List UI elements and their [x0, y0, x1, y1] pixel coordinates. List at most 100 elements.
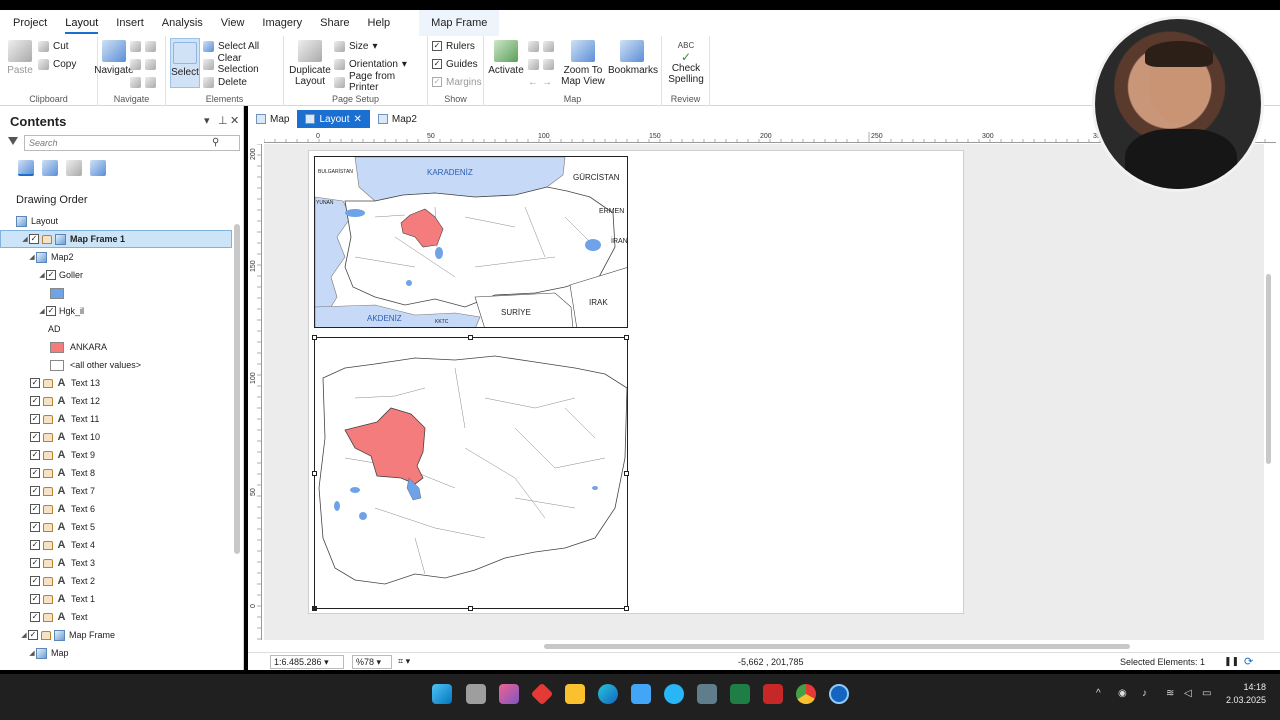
tree-item-text[interactable]: ✓ A Text 8 — [30, 464, 262, 482]
list-by-source-icon[interactable] — [42, 160, 58, 176]
visibility-checkbox[interactable]: ✓ — [30, 576, 40, 586]
collapse-arrow-icon[interactable]: ◢ — [38, 307, 46, 315]
selection-handle[interactable] — [624, 335, 629, 340]
microphone-icon[interactable]: ♪ — [1142, 688, 1147, 699]
tray-chevron-icon[interactable]: ^ — [1096, 688, 1101, 699]
guides-checkbox[interactable]: ✓ Guides — [432, 57, 478, 71]
tree-item-text[interactable]: ✓ A Text 2 — [30, 572, 262, 590]
collapse-arrow-icon[interactable]: ◢ — [20, 631, 28, 639]
lock-icon[interactable] — [43, 450, 53, 460]
visibility-checkbox[interactable]: ✓ — [30, 558, 40, 568]
excel-icon[interactable] — [730, 684, 750, 704]
visibility-checkbox[interactable]: ✓ — [30, 468, 40, 478]
arcgis-pro-icon[interactable] — [829, 684, 849, 704]
clear-selection-button[interactable]: Clear Selection — [203, 53, 283, 75]
snapping-icon[interactable]: ⌗ ▾ — [398, 656, 410, 667]
visibility-checkbox[interactable]: ✓ — [29, 234, 39, 244]
visibility-checkbox[interactable]: ✓ — [30, 612, 40, 622]
previous-extent-button[interactable] — [130, 75, 156, 89]
tree-item-text[interactable]: ✓ A Text 7 — [30, 482, 262, 500]
tree-item-text[interactable]: ✓ A Text — [30, 608, 262, 626]
lock-icon[interactable] — [43, 558, 53, 568]
network-icon[interactable]: ◉ — [1118, 688, 1127, 699]
copy-button[interactable]: Copy — [38, 57, 76, 71]
visibility-checkbox[interactable]: ✓ — [46, 270, 56, 280]
tab-map-frame[interactable]: Map Frame — [419, 10, 500, 36]
visibility-checkbox[interactable]: ✓ — [30, 432, 40, 442]
lock-icon[interactable] — [42, 234, 52, 244]
collapse-arrow-icon[interactable]: ◢ — [21, 235, 29, 243]
rulers-checkbox[interactable]: ✓ Rulers — [432, 39, 475, 53]
visibility-checkbox[interactable]: ✓ — [30, 378, 40, 388]
scale-selector[interactable]: 1:6.485.286 ▾ — [270, 655, 344, 669]
search-app-icon[interactable] — [697, 684, 717, 704]
selection-handle[interactable] — [312, 335, 317, 340]
zoom-in-button[interactable] — [130, 39, 156, 53]
list-by-selection-icon[interactable] — [66, 160, 82, 176]
margins-checkbox[interactable]: ✓ Margins — [432, 75, 482, 89]
scroll-thumb[interactable] — [544, 644, 1130, 649]
tree-item-text[interactable]: ✓ A Text 10 — [30, 428, 262, 446]
delete-button[interactable]: Delete — [203, 75, 247, 89]
pause-icon[interactable]: ❚❚ — [1224, 656, 1239, 667]
store-icon[interactable] — [631, 684, 651, 704]
mcafee-icon[interactable] — [763, 684, 783, 704]
collapse-arrow-icon[interactable]: ◢ — [28, 253, 36, 261]
select-all-button[interactable]: Select All — [203, 39, 259, 53]
selection-handle[interactable] — [468, 606, 473, 611]
selection-handle[interactable] — [468, 335, 473, 340]
lock-icon[interactable] — [43, 540, 53, 550]
selection-handle[interactable] — [624, 471, 629, 476]
battery-icon[interactable]: ▭ — [1202, 688, 1211, 699]
collapse-arrow-icon[interactable]: ◢ — [28, 649, 36, 657]
visibility-checkbox[interactable]: ✓ — [30, 594, 40, 604]
activate-button[interactable]: Activate — [488, 40, 524, 76]
list-by-snapping-icon[interactable] — [90, 160, 106, 176]
paste-button[interactable]: Paste — [6, 40, 34, 76]
tree-item-text[interactable]: ✓ A Text 11 — [30, 410, 262, 428]
zoom-selector[interactable]: %78 ▾ — [352, 655, 392, 669]
lock-icon[interactable] — [43, 504, 53, 514]
edge-icon[interactable] — [598, 684, 618, 704]
tab-help[interactable]: Help — [359, 10, 400, 36]
tree-item-map2[interactable]: ◢ Map2 — [28, 248, 260, 266]
anydesk-icon[interactable] — [530, 682, 554, 706]
refresh-icon[interactable]: ⟳ — [1244, 655, 1253, 668]
chrome-icon[interactable] — [796, 684, 816, 704]
lock-icon[interactable] — [43, 594, 53, 604]
visibility-checkbox[interactable]: ✓ — [46, 306, 56, 316]
bookmarks-button[interactable]: Bookmarks — [608, 40, 658, 76]
clock-time[interactable]: 14:18 — [1238, 682, 1266, 692]
close-icon[interactable]: ✕ — [353, 114, 361, 125]
lock-icon[interactable] — [43, 486, 53, 496]
tab-imagery[interactable]: Imagery — [253, 10, 311, 36]
zoom-to-map-view-button[interactable]: Zoom To Map View — [558, 40, 608, 87]
layout-canvas[interactable]: KARADENİZ BULGARİSTAN GÜRCİSTAN YUNAN ER… — [264, 144, 1264, 640]
doc-tab-map2[interactable]: Map2 — [370, 110, 425, 128]
scroll-thumb[interactable] — [234, 224, 240, 554]
contents-scrollbar[interactable] — [233, 212, 241, 666]
lock-icon[interactable] — [43, 378, 53, 388]
lock-icon[interactable] — [43, 396, 53, 406]
tree-item-layout[interactable]: Layout — [8, 212, 240, 230]
tab-share[interactable]: Share — [311, 10, 358, 36]
help-icon[interactable] — [664, 684, 684, 704]
lock-icon[interactable] — [43, 414, 53, 424]
visibility-checkbox[interactable]: ✓ — [30, 504, 40, 514]
visibility-checkbox[interactable]: ✓ — [30, 486, 40, 496]
task-view-icon[interactable] — [466, 684, 486, 704]
tab-project[interactable]: Project — [4, 10, 56, 36]
copilot-icon[interactable] — [499, 684, 519, 704]
lock-icon[interactable] — [43, 432, 53, 442]
filter-icon[interactable] — [8, 137, 18, 145]
horizontal-scrollbar[interactable] — [264, 642, 1264, 650]
tree-item-text[interactable]: ✓ A Text 4 — [30, 536, 262, 554]
main-map-frame[interactable] — [314, 337, 628, 609]
selection-handle[interactable] — [312, 606, 317, 611]
tab-analysis[interactable]: Analysis — [153, 10, 212, 36]
close-icon[interactable]: ✕ — [230, 114, 239, 127]
lock-icon[interactable] — [43, 522, 53, 532]
tree-item-map-frame-1[interactable]: ◢ ✓ Map Frame 1 — [0, 230, 232, 248]
tree-item-text[interactable]: ✓ A Text 12 — [30, 392, 262, 410]
map-extent-buttons[interactable]: ← → — [528, 75, 552, 89]
